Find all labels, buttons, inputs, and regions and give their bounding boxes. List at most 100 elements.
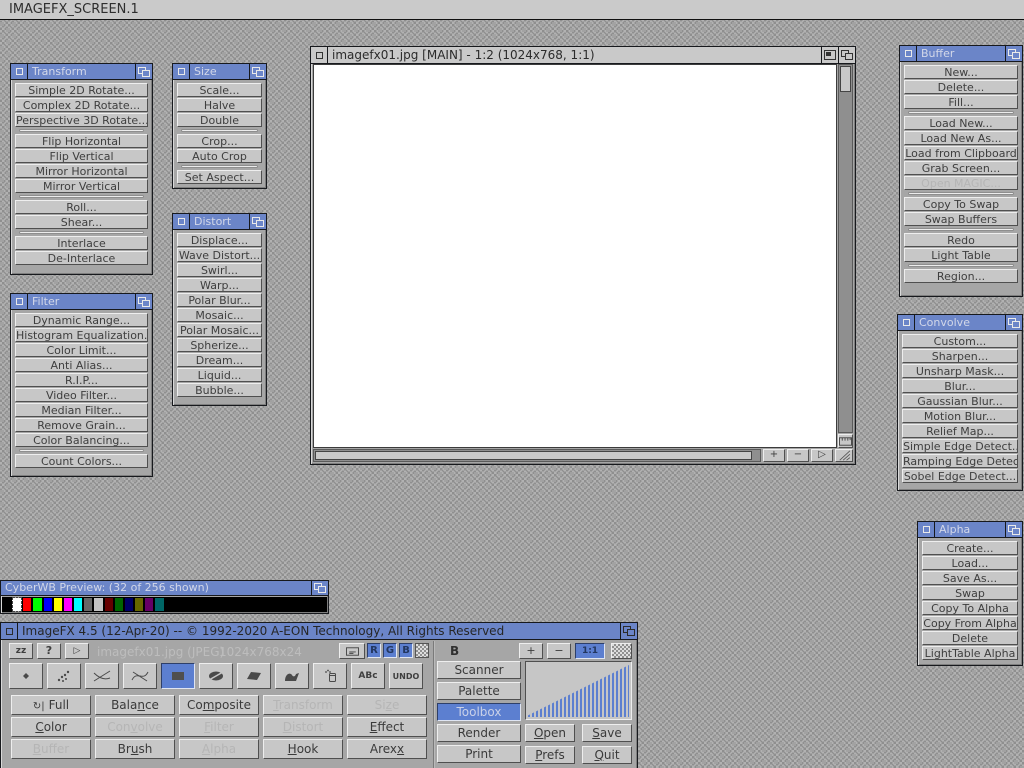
palette-swatch[interactable] (124, 597, 134, 612)
panel-button[interactable]: Mosaic... (177, 308, 262, 322)
palette-swatch[interactable] (236, 597, 246, 612)
depth-icon[interactable] (620, 623, 637, 639)
panel-button[interactable]: Flip Horizontal (15, 134, 148, 148)
prefs-button[interactable]: Prefs (525, 746, 575, 764)
palette-swatch[interactable] (195, 597, 205, 612)
palette-swatch[interactable] (266, 597, 276, 612)
distort-titlebar[interactable]: Distort (173, 214, 266, 230)
depth-icon[interactable] (838, 47, 855, 63)
pan-arrow-button[interactable]: ▷ (811, 449, 833, 462)
close-icon[interactable] (898, 315, 915, 330)
panel-button[interactable]: Color Limit... (15, 343, 148, 357)
palette-swatch[interactable] (12, 597, 22, 612)
panel-button[interactable]: Grab Screen... (904, 161, 1018, 175)
toolbox-button[interactable]: Toolbox (437, 703, 521, 721)
horizontal-scrollbar[interactable] (313, 449, 761, 462)
panel-button[interactable]: Load New As... (904, 131, 1018, 145)
panel-button[interactable]: Remove Grain... (15, 418, 148, 432)
pattern-button[interactable] (611, 643, 632, 659)
panel-button[interactable]: Blur... (902, 379, 1018, 393)
panel-button[interactable]: Shear... (15, 215, 148, 229)
close-icon[interactable] (918, 522, 935, 537)
close-icon[interactable] (173, 64, 190, 79)
palette-preview-titlebar[interactable]: CyberWB Preview: (32 of 256 shown) (1, 581, 328, 596)
panel-button[interactable]: Roll... (15, 200, 148, 214)
fill-tool[interactable] (313, 663, 347, 689)
screen-mode-icon[interactable] (339, 643, 365, 659)
panel-button[interactable]: Complex 2D Rotate... (15, 98, 148, 112)
text-tool[interactable]: ABc (351, 663, 385, 689)
undo-button[interactable]: UNDO (389, 663, 423, 689)
palette-swatch[interactable] (83, 597, 93, 612)
palette-swatch[interactable] (307, 597, 317, 612)
vertical-scrollbar-knob[interactable] (840, 66, 851, 92)
palette-swatch[interactable] (114, 597, 124, 612)
vertical-scrollbar[interactable] (838, 64, 853, 433)
panel-button[interactable]: Sharpen... (902, 349, 1018, 363)
buffer-titlebar[interactable]: Buffer (900, 46, 1022, 62)
panel-button[interactable]: Fill... (904, 95, 1018, 109)
panel-button[interactable]: Scale... (177, 83, 262, 97)
palette-swatch[interactable] (276, 597, 286, 612)
panel-button[interactable]: Crop... (177, 134, 262, 148)
panel-button[interactable]: LightTable Alpha (922, 646, 1018, 660)
main-titlebar[interactable]: ImageFX 4.5 (12-Apr-20) -- © 1992-2020 A… (1, 623, 637, 640)
palette-swatch[interactable] (104, 597, 114, 612)
close-icon[interactable] (11, 294, 28, 309)
panel-button[interactable]: Polar Blur... (177, 293, 262, 307)
palette-swatch[interactable] (22, 597, 32, 612)
ruler-icon[interactable] (838, 434, 853, 448)
oval-tool[interactable] (199, 663, 233, 689)
polygon-tool[interactable] (237, 663, 271, 689)
panel-button[interactable]: Spherize... (177, 338, 262, 352)
close-icon[interactable] (11, 64, 28, 79)
print-button[interactable]: Print (437, 745, 521, 763)
panel-button[interactable]: Copy From Alpha (922, 616, 1018, 630)
panel-button[interactable]: Double (177, 113, 262, 127)
depth-icon[interactable] (135, 294, 152, 309)
panel-button[interactable]: R.I.P... (15, 373, 148, 387)
open-button[interactable]: Open (525, 724, 575, 742)
palette-swatch[interactable] (185, 597, 195, 612)
panel-button[interactable]: Redo (904, 233, 1018, 247)
panel-button[interactable]: Polar Mosaic... (177, 323, 262, 337)
full-button[interactable]: ↻|Full (11, 695, 91, 715)
zoom-icon[interactable] (821, 47, 838, 63)
panel-button[interactable]: Mirror Horizontal (15, 164, 148, 178)
panel-button[interactable]: Simple Edge Detect... (902, 439, 1018, 453)
box-tool[interactable] (161, 663, 195, 689)
color-swatch[interactable] (415, 643, 429, 658)
depth-icon[interactable] (1005, 522, 1022, 537)
palette-swatch[interactable] (134, 597, 144, 612)
panel-button[interactable]: Dynamic Range... (15, 313, 148, 327)
panel-button[interactable]: Swap (922, 586, 1018, 600)
zoom-one-to-one-button[interactable]: 1:1 (575, 643, 605, 659)
palette-swatch[interactable] (63, 597, 73, 612)
panel-button[interactable]: Unsharp Mask... (902, 364, 1018, 378)
panel-button[interactable]: Liquid... (177, 368, 262, 382)
panel-button[interactable]: Halve (177, 98, 262, 112)
panel-button[interactable]: Swap Buffers (904, 212, 1018, 226)
depth-icon[interactable] (1005, 315, 1022, 330)
panel-button[interactable]: Motion Blur... (902, 409, 1018, 423)
render-button[interactable]: Render (437, 724, 521, 742)
panel-button[interactable]: Sobel Edge Detect... (902, 469, 1018, 483)
panel-button[interactable]: Wave Distort... (177, 248, 262, 262)
palette-swatch[interactable] (2, 597, 12, 612)
preview-zoom-out-button[interactable]: − (547, 643, 571, 659)
quit-button[interactable]: Quit (582, 746, 632, 764)
line-tool[interactable] (85, 663, 119, 689)
blue-channel-button[interactable]: B (399, 643, 413, 658)
panel-button[interactable]: Color Balancing... (15, 433, 148, 447)
run-arrow-button[interactable]: ▷ (65, 643, 89, 659)
panel-button[interactable]: Delete... (904, 80, 1018, 94)
palette-swatch[interactable] (73, 597, 83, 612)
palette-swatch[interactable] (225, 597, 235, 612)
panel-button[interactable]: Relief Map... (902, 424, 1018, 438)
effect-button[interactable]: Effect (347, 717, 427, 737)
panel-button[interactable]: Histogram Equalization... (15, 328, 148, 342)
panel-button[interactable]: Perspective 3D Rotate... (15, 113, 148, 127)
palette-swatch[interactable] (317, 597, 327, 612)
panel-button[interactable]: Set Aspect... (177, 170, 262, 184)
palette-swatch[interactable] (205, 597, 215, 612)
